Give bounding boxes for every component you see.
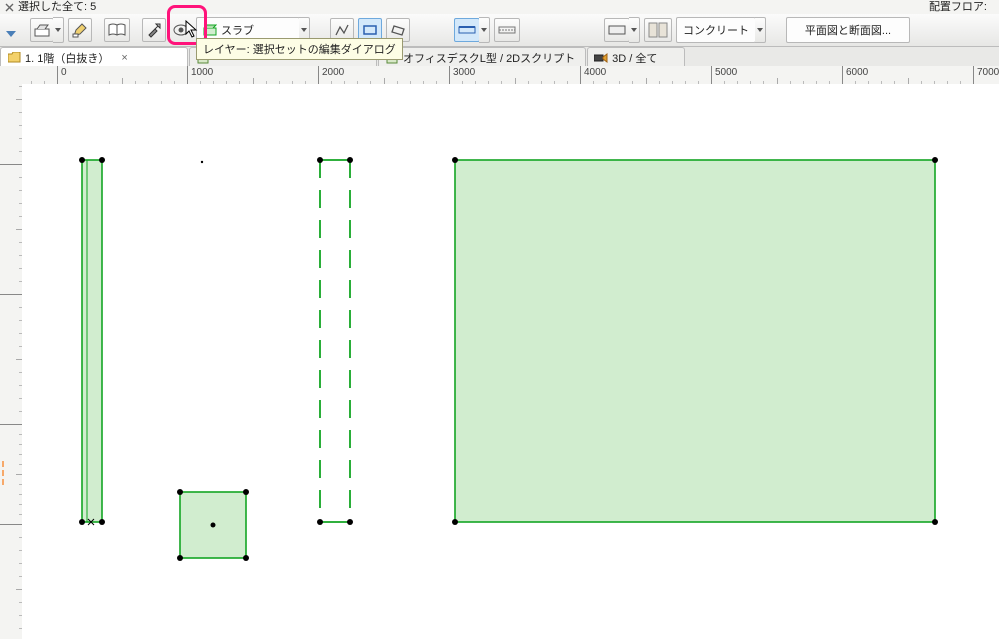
camera-3d-icon: [594, 51, 608, 65]
section-profile-button[interactable]: [604, 18, 630, 42]
layer-edit-button[interactable]: [142, 18, 166, 42]
material-dropdown-arrow[interactable]: [755, 17, 766, 43]
material-preview-button[interactable]: [644, 18, 672, 42]
tab-3d[interactable]: 3D / 全て: [587, 47, 685, 67]
tool-name-label: スラブ: [221, 22, 254, 38]
toolbar-collapse-arrow[interactable]: [6, 30, 16, 42]
tab-object-script[interactable]: オフィスデスクL型 / 2Dスクリプト: [378, 47, 586, 67]
workspace: 0 1000 2000 3000 4000 5000 6000 7000 3000 2000 10…: [0, 66, 999, 639]
ruler-h-value: 3000: [453, 67, 475, 78]
app-window: 選択した全て: 5 配置フロア: スラブ: [0, 0, 999, 639]
ruler-h-value: 5000: [715, 67, 737, 78]
selection-count-label: 選択した全て: 5: [18, 0, 96, 14]
visibility-eye-icon[interactable]: [170, 18, 192, 42]
material-dropdown[interactable]: コンクリート: [676, 17, 756, 43]
info-row: 選択した全て: 5 配置フロア:: [0, 0, 999, 14]
ruler-h-value: 2000: [322, 67, 344, 78]
tab-bar: 1. 1階（白抜き） × オフィスデスクL型 オフィスデスクL型 / 2Dスクリ…: [0, 47, 999, 68]
tab-label: オフィスデスクL型 / 2Dスクリプト: [403, 50, 575, 66]
folder-icon: [7, 51, 21, 65]
tooltip: レイヤー: 選択セットの編集ダイアログ: [196, 38, 403, 60]
ruler-horizontal[interactable]: 0 1000 2000 3000 4000 5000 6000 7000: [22, 66, 999, 85]
tooltip-text: レイヤー: 選択セットの編集ダイアログ: [203, 44, 396, 56]
ruler-vertical[interactable]: 3000 2000 1000 0 -1000: [0, 84, 23, 639]
ruler-corner: [0, 66, 23, 85]
ruler-v-value: -1000: [0, 628, 2, 639]
drawing-svg: [22, 84, 999, 639]
tab-close-icon[interactable]: ×: [121, 52, 127, 64]
main-toolbar: スラブ コンクリート: [0, 14, 999, 47]
ruler-h-value: 6000: [846, 67, 868, 78]
ruler-h-value: 0: [61, 67, 67, 78]
section-profile-dropdown[interactable]: [629, 17, 640, 43]
ruler-h-value: 4000: [584, 67, 606, 78]
ruler-v-value: 2000: [0, 272, 2, 294]
ruler-h-value: 1000: [191, 67, 213, 78]
tool-1-dropdown[interactable]: [53, 17, 64, 43]
ruler-v-value: 3000: [0, 142, 2, 164]
tab-label: 1. 1階（白抜き）: [25, 50, 109, 66]
construction-method-1-button[interactable]: [454, 18, 480, 42]
plan-section-button[interactable]: 平面図と断面図...: [786, 17, 910, 43]
close-panel-icon[interactable]: [4, 2, 14, 12]
ruler-v-value: 1000: [0, 402, 2, 424]
origin-marker-v: [2, 461, 9, 485]
construction-method-dropdown[interactable]: [479, 17, 490, 43]
plan-section-label: 平面図と断面図...: [805, 22, 891, 38]
drawing-canvas[interactable]: [22, 84, 999, 639]
tab-label: 3D / 全て: [612, 50, 657, 66]
tool-button-book[interactable]: [104, 18, 130, 42]
tool-button-pencil[interactable]: [68, 18, 92, 42]
tool-button-1[interactable]: [30, 18, 54, 42]
tab-floor-plan[interactable]: 1. 1階（白抜き） ×: [0, 47, 188, 67]
ruler-h-value: 7000: [977, 67, 999, 78]
construction-method-2-button[interactable]: [494, 18, 520, 42]
ruler-v-value: 0: [0, 518, 2, 524]
placement-floor-label: 配置フロア:: [929, 0, 987, 14]
material-label: コンクリート: [683, 22, 749, 38]
